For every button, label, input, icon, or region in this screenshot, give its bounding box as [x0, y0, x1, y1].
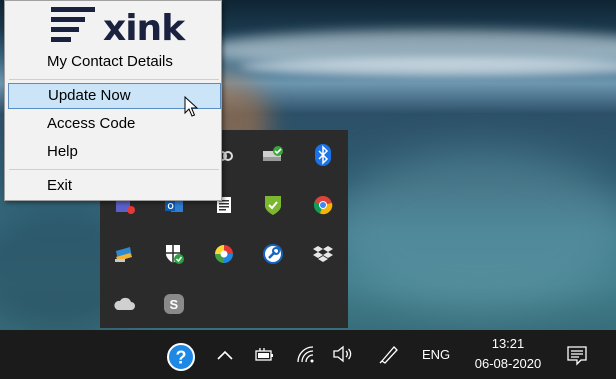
clock-time[interactable]: 13:21: [466, 336, 550, 351]
svg-text:O: O: [168, 202, 174, 211]
chrome-icon[interactable]: [312, 194, 334, 216]
svg-text:?: ?: [176, 348, 187, 368]
pen-icon[interactable]: [378, 343, 400, 365]
svg-text:S: S: [170, 297, 179, 312]
windows-security-icon[interactable]: [163, 243, 185, 265]
clock-date[interactable]: 06-08-2020: [466, 356, 550, 371]
taskbar: ? ENG 13:21 06-08-2020: [0, 330, 616, 379]
network-drive-sync-icon[interactable]: [262, 144, 284, 166]
onedrive-icon[interactable]: [113, 293, 135, 315]
menu-item-my-contact-details[interactable]: My Contact Details: [5, 49, 221, 75]
language-indicator[interactable]: ENG: [422, 347, 450, 362]
security-shield-check-icon[interactable]: [262, 194, 284, 216]
xink-logo: xink: [51, 5, 221, 49]
xink-help-icon[interactable]: ?: [166, 342, 196, 372]
menu-item-help[interactable]: Help: [5, 139, 221, 165]
wallpaper-wave: [240, 58, 616, 76]
color-picker-icon[interactable]: [213, 243, 235, 265]
skype-icon[interactable]: S: [163, 293, 185, 315]
wrench-tool-icon[interactable]: [262, 243, 284, 265]
xink-logo-text: xink: [103, 8, 185, 49]
battery-icon[interactable]: [254, 347, 274, 363]
dropbox-icon[interactable]: [312, 243, 334, 265]
bluetooth-icon[interactable]: [312, 144, 334, 166]
menu-item-exit[interactable]: Exit: [5, 173, 221, 199]
mouse-cursor-icon: [184, 95, 199, 118]
wifi-icon[interactable]: [296, 345, 316, 363]
chevron-up-icon[interactable]: [216, 348, 234, 362]
wallpaper-water: [330, 150, 616, 310]
menu-separator: [9, 79, 219, 80]
menu-separator: [9, 169, 219, 170]
sync-app-icon[interactable]: [113, 243, 135, 265]
notifications-icon[interactable]: [566, 344, 588, 366]
speaker-icon[interactable]: [332, 345, 354, 363]
